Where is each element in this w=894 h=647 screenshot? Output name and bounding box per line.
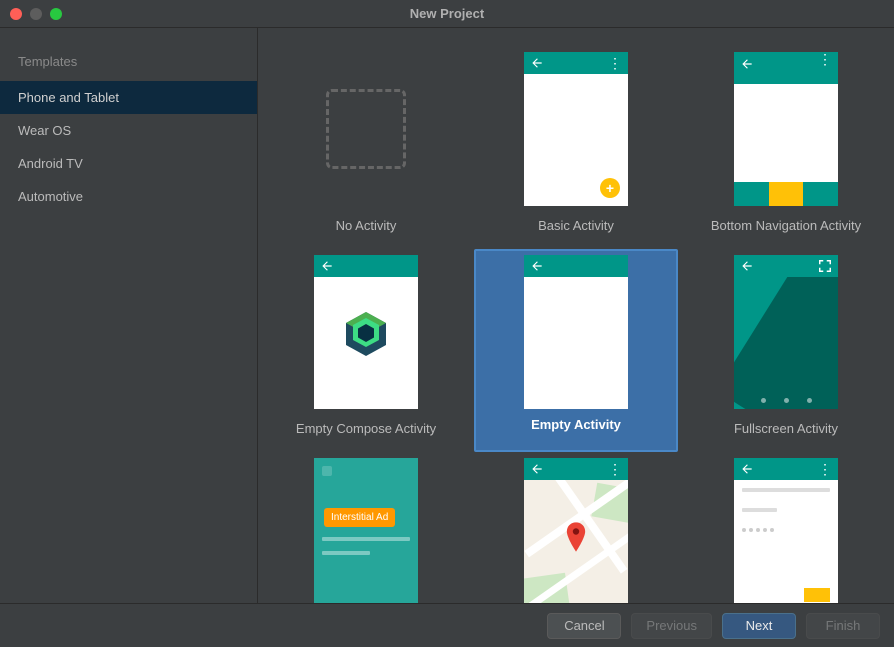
template-label: Fullscreen Activity	[734, 421, 838, 450]
back-arrow-icon	[320, 259, 334, 273]
back-arrow-icon	[740, 259, 754, 273]
map-pin-icon	[565, 522, 587, 552]
template-no-activity[interactable]: No Activity	[264, 46, 468, 249]
sidebar-item-wear-os[interactable]: Wear OS	[0, 114, 257, 147]
compose-logo-icon	[314, 310, 418, 358]
template-empty-compose-activity[interactable]: Empty Compose Activity	[264, 249, 468, 452]
sidebar-item-label: Android TV	[18, 156, 83, 171]
template-thumbnail	[524, 255, 628, 409]
cancel-button[interactable]: Cancel	[547, 613, 621, 639]
template-login-activity[interactable]: ⋮ Login Activity	[684, 452, 888, 603]
sidebar: Templates Phone and Tablet Wear OS Andro…	[0, 28, 258, 603]
dashed-box-icon	[326, 89, 406, 169]
footer: Cancel Previous Next Finish	[0, 603, 894, 647]
window-controls	[0, 8, 62, 20]
template-google-maps-activity[interactable]: ⋮ Google Maps Activity	[474, 452, 678, 603]
sidebar-item-phone-and-tablet[interactable]: Phone and Tablet	[0, 81, 257, 114]
more-icon: ⋮	[818, 467, 832, 471]
interstitial-ad-badge: Interstitial Ad	[324, 508, 395, 527]
template-grid-container[interactable]: No Activity ⋮ + Basic Activity	[258, 28, 894, 603]
close-window-button[interactable]	[10, 8, 22, 20]
back-arrow-icon	[740, 57, 754, 71]
template-label: Empty Activity	[480, 417, 672, 438]
sidebar-item-label: Automotive	[18, 189, 83, 204]
template-label: Empty Compose Activity	[296, 421, 436, 450]
template-basic-activity[interactable]: ⋮ + Basic Activity	[474, 46, 678, 249]
sidebar-item-android-tv[interactable]: Android TV	[0, 147, 257, 180]
minimize-window-button[interactable]	[30, 8, 42, 20]
maximize-window-button[interactable]	[50, 8, 62, 20]
template-label: No Activity	[336, 218, 397, 247]
template-empty-activity[interactable]: Empty Activity	[474, 249, 678, 452]
window-title: New Project	[0, 6, 894, 21]
bottom-nav-icon	[734, 182, 838, 206]
more-icon: ⋮	[818, 57, 832, 61]
template-thumbnail	[734, 255, 838, 409]
back-arrow-icon	[530, 462, 544, 476]
titlebar: New Project	[0, 0, 894, 28]
more-icon: ⋮	[608, 61, 622, 65]
template-label: Basic Activity	[538, 218, 614, 247]
sidebar-item-automotive[interactable]: Automotive	[0, 180, 257, 213]
template-thumbnail: ⋮	[734, 52, 838, 206]
template-grid: No Activity ⋮ + Basic Activity	[258, 28, 894, 603]
template-bottom-navigation-activity[interactable]: ⋮ Bottom Navigation Activity	[684, 46, 888, 249]
template-thumbnail	[314, 52, 418, 206]
fab-icon: +	[600, 178, 620, 198]
template-thumbnail	[314, 255, 418, 409]
sidebar-item-label: Wear OS	[18, 123, 71, 138]
template-thumbnail: ⋮	[734, 458, 838, 603]
back-arrow-icon	[740, 462, 754, 476]
sidebar-header: Templates	[0, 48, 257, 81]
sidebar-item-label: Phone and Tablet	[18, 90, 119, 105]
template-fullscreen-activity[interactable]: Fullscreen Activity	[684, 249, 888, 452]
template-interstitial-ad[interactable]: Interstitial Ad Interstitial Ad	[264, 452, 468, 603]
template-thumbnail: Interstitial Ad	[314, 458, 418, 603]
finish-button[interactable]: Finish	[806, 613, 880, 639]
back-arrow-icon	[530, 56, 544, 70]
template-thumbnail: ⋮	[524, 458, 628, 603]
more-icon: ⋮	[608, 467, 622, 471]
next-button[interactable]: Next	[722, 613, 796, 639]
template-thumbnail: ⋮ +	[524, 52, 628, 206]
template-label: Bottom Navigation Activity	[711, 218, 861, 247]
previous-button[interactable]: Previous	[631, 613, 712, 639]
main-area: Templates Phone and Tablet Wear OS Andro…	[0, 28, 894, 603]
fullscreen-icon	[818, 259, 832, 273]
back-arrow-icon	[530, 259, 544, 273]
